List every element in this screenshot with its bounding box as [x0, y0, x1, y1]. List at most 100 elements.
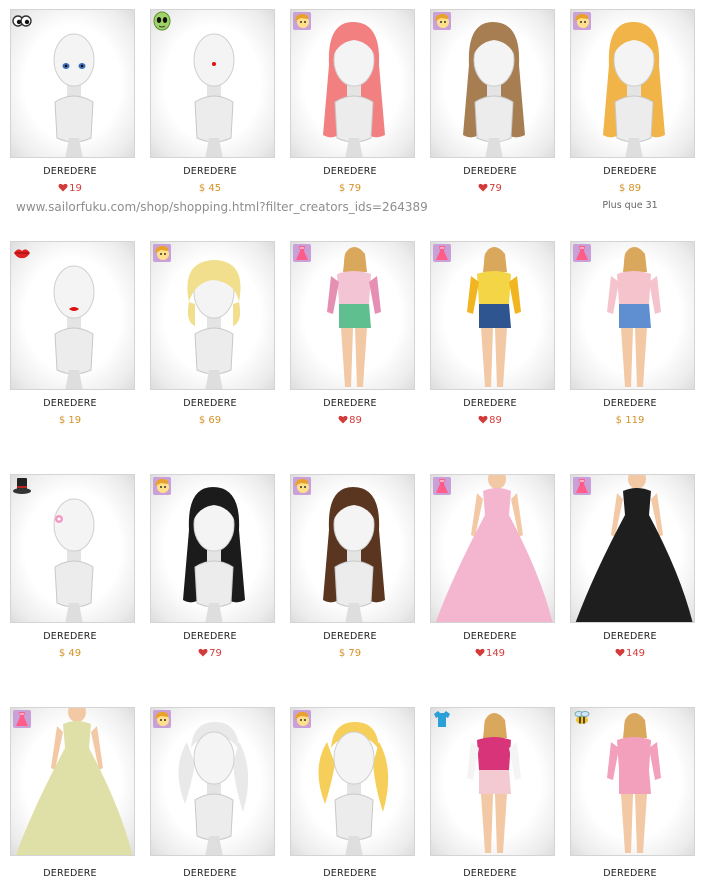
- shop-item-card[interactable]: DEREDERE: [280, 707, 420, 880]
- shop-item-card[interactable]: DEREDERE $ 45: [140, 9, 280, 195]
- mannequin-bust-image: [11, 10, 134, 157]
- shop-item-card[interactable]: DEREDERE: [0, 707, 140, 880]
- item-creator-name[interactable]: DEREDERE: [420, 868, 560, 880]
- item-thumbnail[interactable]: [430, 241, 555, 390]
- item-thumbnail[interactable]: [570, 474, 695, 623]
- item-thumbnail[interactable]: [150, 241, 275, 390]
- item-creator-name[interactable]: DEREDERE: [420, 166, 560, 178]
- shop-item-card[interactable]: DEREDERE 149: [420, 474, 560, 660]
- eyes-icon: [12, 11, 32, 31]
- item-creator-name[interactable]: DEREDERE: [420, 398, 560, 410]
- shop-item-card[interactable]: DEREDERE $ 19: [0, 241, 140, 427]
- shop-item-card[interactable]: DEREDERE 79: [420, 9, 560, 195]
- stock-remaining: Plus que 31: [602, 200, 658, 211]
- item-price-value: $ 79: [338, 183, 362, 194]
- shop-item-card[interactable]: DEREDERE 79: [140, 474, 280, 660]
- item-creator-name[interactable]: DEREDERE: [0, 166, 140, 178]
- heart-icon: [198, 648, 209, 659]
- shop-item-card[interactable]: DEREDERE: [140, 707, 280, 880]
- item-creator-name[interactable]: DEREDERE: [560, 868, 700, 880]
- item-thumbnail[interactable]: [430, 474, 555, 623]
- item-price-value: $ 89: [618, 183, 642, 194]
- item-creator-name[interactable]: DEREDERE: [140, 166, 280, 178]
- item-price: $ 69: [140, 415, 280, 427]
- item-thumbnail[interactable]: [290, 241, 415, 390]
- item-creator-name[interactable]: DEREDERE: [0, 868, 140, 880]
- item-thumbnail[interactable]: [570, 9, 695, 158]
- item-thumbnail[interactable]: [10, 707, 135, 856]
- item-creator-name[interactable]: DEREDERE: [280, 166, 420, 178]
- item-price: $ 89: [560, 183, 700, 195]
- mannequin-bust-image: [291, 10, 414, 157]
- item-creator-name[interactable]: DEREDERE: [140, 631, 280, 643]
- item-creator-name[interactable]: DEREDERE: [280, 631, 420, 643]
- outfit-image: [571, 708, 694, 855]
- item-price: $ 45: [140, 183, 280, 195]
- shop-item-card[interactable]: DEREDERE 19: [0, 9, 140, 195]
- item-creator-name[interactable]: DEREDERE: [560, 166, 700, 178]
- item-creator-name[interactable]: DEREDERE: [0, 631, 140, 643]
- shop-item-card[interactable]: DEREDERE $ 89 Plus que 31: [560, 9, 700, 212]
- heart-icon: [338, 415, 349, 426]
- item-price-value: $ 45: [198, 183, 222, 194]
- item-creator-name[interactable]: DEREDERE: [560, 398, 700, 410]
- gown-image: [11, 708, 134, 855]
- watermark-url: www.sailorfuku.com/shop/shopping.html?fi…: [16, 200, 428, 214]
- mannequin-bust-image: [151, 708, 274, 855]
- item-thumbnail[interactable]: [150, 474, 275, 623]
- shop-item-card[interactable]: DEREDERE $ 119: [560, 241, 700, 427]
- shop-item-card[interactable]: DEREDERE: [420, 707, 560, 880]
- gown-image: [431, 475, 554, 622]
- shop-item-card[interactable]: DEREDERE 149: [560, 474, 700, 660]
- item-creator-name[interactable]: DEREDERE: [140, 398, 280, 410]
- item-thumbnail[interactable]: [570, 241, 695, 390]
- item-thumbnail[interactable]: [150, 9, 275, 158]
- item-thumbnail[interactable]: [290, 9, 415, 158]
- item-price-value: 89: [349, 415, 362, 426]
- item-price: 79: [420, 183, 560, 195]
- item-price: 149: [420, 648, 560, 660]
- shop-item-card[interactable]: DEREDERE $ 49: [0, 474, 140, 660]
- dress-icon: [432, 243, 452, 263]
- hair-face-icon: [152, 709, 172, 729]
- mannequin-bust-image: [571, 10, 694, 157]
- item-thumbnail[interactable]: [430, 707, 555, 856]
- item-thumbnail[interactable]: [10, 474, 135, 623]
- dress-icon: [572, 476, 592, 496]
- alien-face-icon: [152, 11, 172, 31]
- item-price-value: $ 19: [58, 415, 82, 426]
- item-creator-name[interactable]: DEREDERE: [420, 631, 560, 643]
- shop-item-card[interactable]: DEREDERE 89: [420, 241, 560, 427]
- item-creator-name[interactable]: DEREDERE: [280, 398, 420, 410]
- item-creator-name[interactable]: DEREDERE: [140, 868, 280, 880]
- mannequin-bust-image: [291, 708, 414, 855]
- item-thumbnail[interactable]: [430, 9, 555, 158]
- item-thumbnail[interactable]: [290, 707, 415, 856]
- lips-icon: [12, 243, 32, 263]
- item-price-value: $ 79: [338, 648, 362, 659]
- item-price-value: 79: [209, 648, 222, 659]
- item-thumbnail[interactable]: [10, 241, 135, 390]
- item-creator-name[interactable]: DEREDERE: [560, 631, 700, 643]
- shop-item-card[interactable]: DEREDERE $ 79: [280, 474, 420, 660]
- heart-icon: [58, 183, 69, 194]
- mannequin-bust-image: [151, 10, 274, 157]
- hair-face-icon: [432, 11, 452, 31]
- mannequin-bust-image: [151, 242, 274, 389]
- shop-item-card[interactable]: DEREDERE: [560, 707, 700, 880]
- item-thumbnail[interactable]: [570, 707, 695, 856]
- shop-item-card[interactable]: DEREDERE $ 69: [140, 241, 280, 427]
- item-thumbnail[interactable]: [150, 707, 275, 856]
- shop-item-card[interactable]: DEREDERE $ 79: [280, 9, 420, 195]
- heart-icon: [478, 415, 489, 426]
- gown-image: [571, 475, 694, 622]
- hair-face-icon: [292, 709, 312, 729]
- item-price: 79: [140, 648, 280, 660]
- item-thumbnail[interactable]: [290, 474, 415, 623]
- item-creator-name[interactable]: DEREDERE: [0, 398, 140, 410]
- mannequin-bust-image: [11, 475, 134, 622]
- item-thumbnail[interactable]: [10, 9, 135, 158]
- item-price-value: 149: [625, 648, 646, 659]
- item-creator-name[interactable]: DEREDERE: [280, 868, 420, 880]
- shop-item-card[interactable]: DEREDERE 89: [280, 241, 420, 427]
